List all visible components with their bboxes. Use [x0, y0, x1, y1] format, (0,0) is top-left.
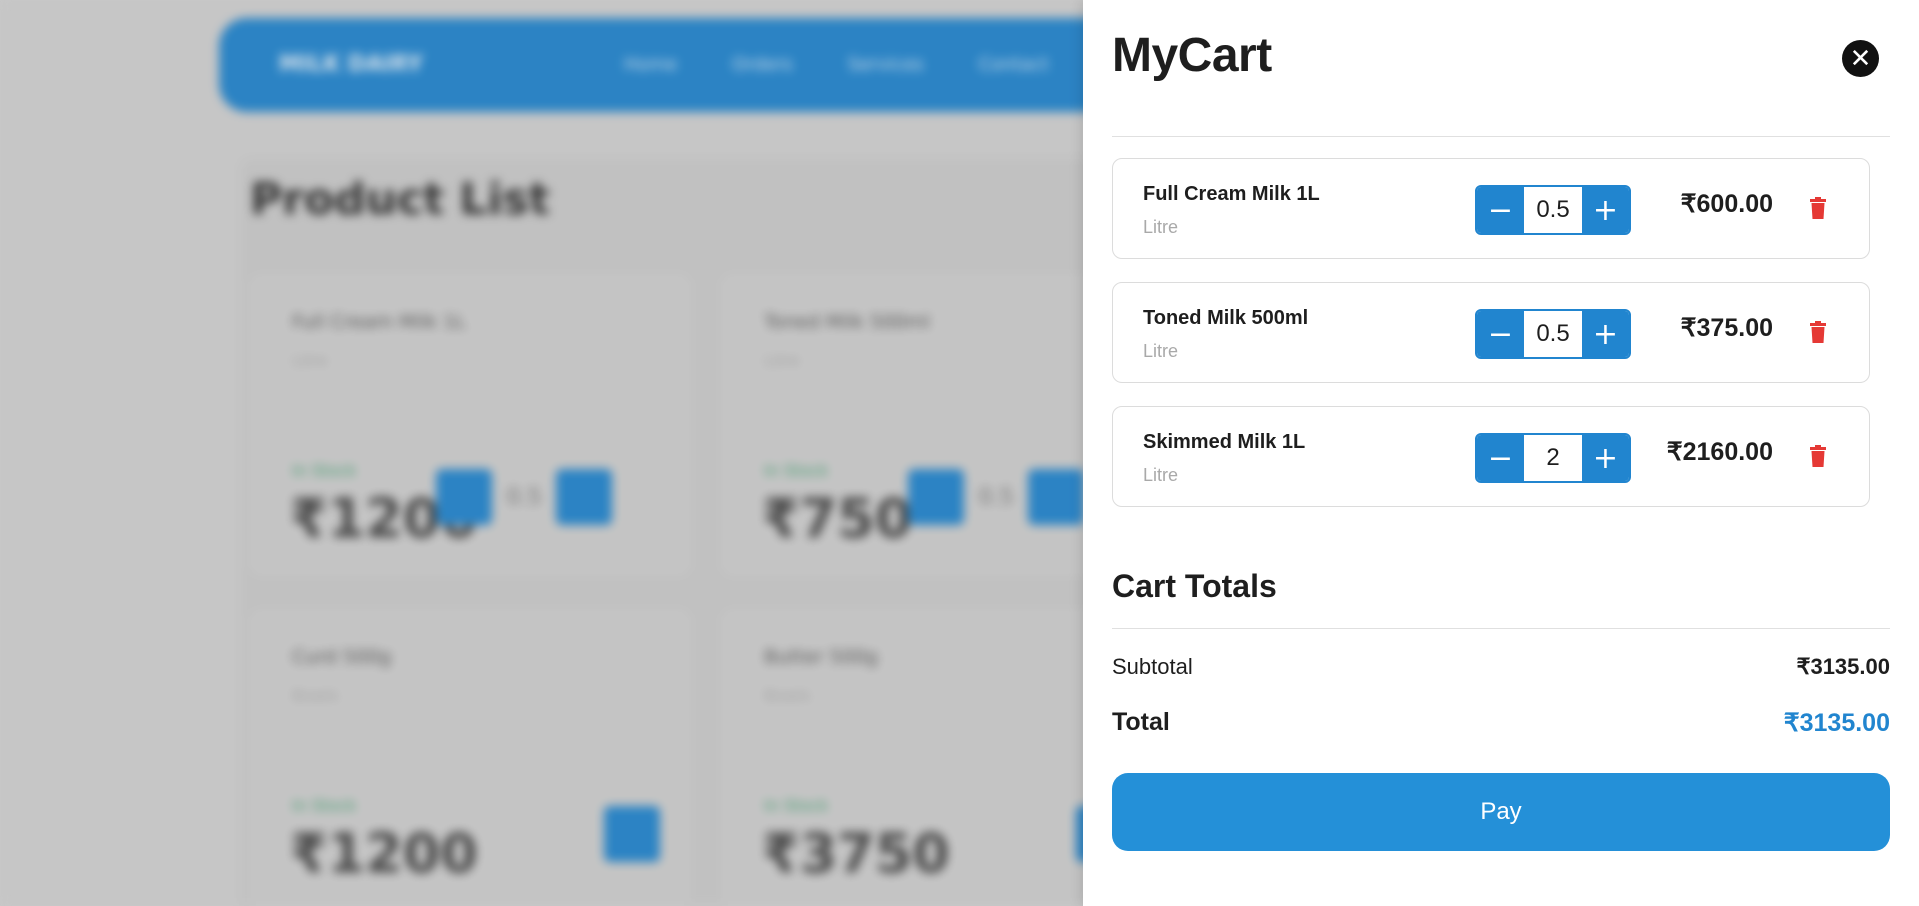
plus-icon: +	[1592, 192, 1619, 228]
cart-item-name: Skimmed Milk 1L	[1143, 431, 1306, 453]
plus-icon: +	[1592, 316, 1619, 352]
divider	[1112, 136, 1890, 137]
cart-drawer: MyCart ✕ Full Cream Milk 1L Litre − 0.5 …	[1083, 0, 1919, 906]
decrease-button[interactable]: −	[1477, 311, 1524, 357]
increase-button[interactable]: +	[1582, 311, 1629, 357]
trash-icon[interactable]	[1810, 321, 1826, 343]
quantity-stepper: − 0.5 +	[1475, 309, 1631, 359]
decrease-button[interactable]: −	[1477, 187, 1524, 233]
trash-icon[interactable]	[1810, 197, 1826, 219]
total-label: Total	[1112, 708, 1170, 736]
close-button[interactable]: ✕	[1842, 40, 1879, 77]
cart-title: MyCart	[1112, 29, 1272, 82]
cart-item-price: ₹600.00	[1680, 190, 1773, 218]
cart-item-price: ₹375.00	[1680, 314, 1773, 342]
decrease-button[interactable]: −	[1477, 435, 1524, 481]
cart-totals-title: Cart Totals	[1112, 568, 1277, 604]
minus-icon: −	[1487, 316, 1514, 352]
minus-icon: −	[1487, 192, 1514, 228]
increase-button[interactable]: +	[1582, 435, 1629, 481]
increase-button[interactable]: +	[1582, 187, 1629, 233]
cart-item-unit: Litre	[1143, 465, 1179, 485]
quantity-value[interactable]: 0.5	[1524, 187, 1582, 233]
close-icon: ✕	[1849, 43, 1872, 74]
cart-item-unit: Litre	[1143, 217, 1179, 237]
quantity-value[interactable]: 2	[1524, 435, 1582, 481]
cart-item-name: Full Cream Milk 1L	[1143, 183, 1320, 205]
cart-item: Full Cream Milk 1L Litre − 0.5 + ₹600.00	[1112, 158, 1870, 259]
plus-icon: +	[1592, 440, 1619, 476]
total-value: ₹3135.00	[1783, 709, 1890, 737]
cart-item-name: Toned Milk 500ml	[1143, 307, 1309, 329]
divider	[1112, 628, 1890, 629]
cart-items-list[interactable]: Full Cream Milk 1L Litre − 0.5 + ₹600.00…	[1112, 156, 1907, 508]
quantity-stepper: − 2 +	[1475, 433, 1631, 483]
trash-icon[interactable]	[1810, 445, 1826, 467]
subtotal-label: Subtotal	[1112, 654, 1193, 679]
subtotal-value: ₹3135.00	[1796, 654, 1890, 679]
cart-item-unit: Litre	[1143, 341, 1179, 361]
minus-icon: −	[1487, 440, 1514, 476]
cart-item-price: ₹2160.00	[1666, 438, 1773, 466]
quantity-stepper: − 0.5 +	[1475, 185, 1631, 235]
cart-item: Toned Milk 500ml Litre − 0.5 + ₹375.00	[1112, 282, 1870, 383]
cart-item: Skimmed Milk 1L Litre − 2 + ₹2160.00	[1112, 406, 1870, 507]
pay-button[interactable]: Pay	[1112, 773, 1890, 851]
quantity-value[interactable]: 0.5	[1524, 311, 1582, 357]
